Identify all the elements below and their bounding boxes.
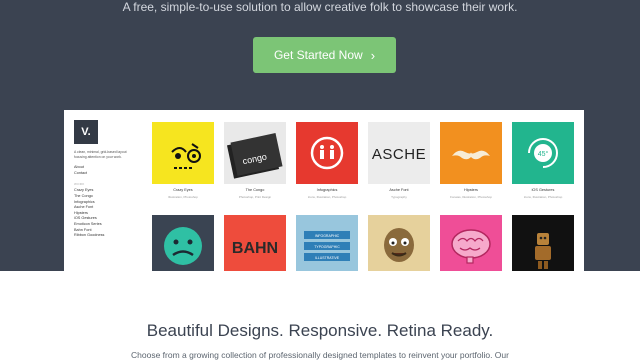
- ribbon-label: ILLUSTRATIVE: [315, 256, 340, 260]
- preview-logo: V.: [74, 120, 98, 144]
- crazy-eyes-art: [171, 143, 201, 169]
- tile-asche-font[interactable]: ASCHE: [368, 122, 430, 184]
- tile-character[interactable]: [368, 215, 430, 271]
- tile-ios-gestures[interactable]: 45°: [512, 122, 574, 184]
- bahn-art: BAHN: [232, 240, 278, 257]
- tile-tags: Illustration, Photoshop: [168, 195, 198, 199]
- tile-title: Asche Font: [389, 188, 409, 192]
- tile-tags: Icons, Illustration, Photoshop: [523, 195, 563, 199]
- preview-link-contact[interactable]: Contact: [74, 171, 140, 177]
- tile-tags: Fonwas, Illustration, Photoshop: [450, 195, 492, 199]
- tile-title: Hipsters: [464, 188, 478, 192]
- tile-tags: Icons, Illustration, Photoshop: [307, 195, 347, 199]
- tile-robot[interactable]: [512, 215, 574, 271]
- features-heading: Beautiful Designs. Responsive. Retina Re…: [146, 321, 494, 340]
- ribbon-label: TYPOGRAPHIC: [314, 245, 340, 249]
- bahn-word: BAHN: [232, 240, 278, 257]
- tile-the-congo[interactable]: congo: [224, 122, 286, 184]
- character-art: [384, 228, 414, 262]
- tile-hipsters[interactable]: [440, 122, 502, 184]
- tile-title: The Congo: [245, 188, 265, 192]
- brain-icon: [451, 229, 491, 264]
- preview-links: About Contact: [74, 165, 140, 176]
- work-heading: WORK: [74, 182, 85, 187]
- ribbon-label: INFOGRAPHIC: [315, 234, 340, 238]
- tile-emoticon[interactable]: [152, 215, 214, 271]
- ribbons-art: INFOGRAPHIC TYPOGRAPHIC ILLUSTRATIVE: [304, 231, 350, 261]
- emoticon-face-icon: [164, 227, 202, 265]
- tile-bahn-font[interactable]: BAHN: [224, 215, 286, 271]
- preview-sidebar: V. A clean, minimal, grid-based layout f…: [64, 110, 140, 271]
- gesture-badge: 45°: [538, 150, 549, 158]
- mustache-icon: [452, 150, 490, 160]
- portfolio-preview: V. A clean, minimal, grid-based layout f…: [64, 110, 584, 271]
- congo-art: congo: [226, 133, 283, 179]
- asche-word: ASCHE: [372, 146, 426, 163]
- get-started-button[interactable]: Get Started Now ›: [253, 37, 396, 73]
- asche-art: ASCHE: [372, 146, 426, 163]
- preview-description: A clean, minimal, grid-based layout focu…: [74, 150, 127, 159]
- tile-brain[interactable]: [440, 215, 502, 271]
- tile-title: Infographics: [316, 188, 338, 192]
- hero-section: A free, simple-to-use solution to allow …: [0, 0, 640, 271]
- tile-ribbons[interactable]: INFOGRAPHIC TYPOGRAPHIC ILLUSTRATIVE: [296, 215, 358, 271]
- robot-figure-art: [535, 233, 551, 269]
- hero-tagline: A free, simple-to-use solution to allow …: [122, 0, 518, 14]
- tile-crazy-eyes[interactable]: [152, 122, 214, 184]
- get-started-label: Get Started Now: [273, 48, 363, 62]
- gesture-icon: 45°: [528, 138, 558, 168]
- tile-tags: Typography: [391, 195, 407, 199]
- tile-title: Crazy Eyes: [173, 188, 193, 192]
- chevron-right-icon: ›: [370, 47, 376, 63]
- tile-tags: Photoshop, Print Design: [238, 195, 272, 199]
- tile-infographics[interactable]: [296, 122, 358, 184]
- tile-title: iOS Gestures: [531, 188, 555, 192]
- work-item[interactable]: Ribbon Goodness: [74, 233, 140, 239]
- work-list: Crazy Eyes The Congo Infographics Asche …: [74, 188, 140, 238]
- features-description: Choose from a growing collection of prof…: [131, 350, 509, 360]
- infographics-art: [310, 136, 344, 170]
